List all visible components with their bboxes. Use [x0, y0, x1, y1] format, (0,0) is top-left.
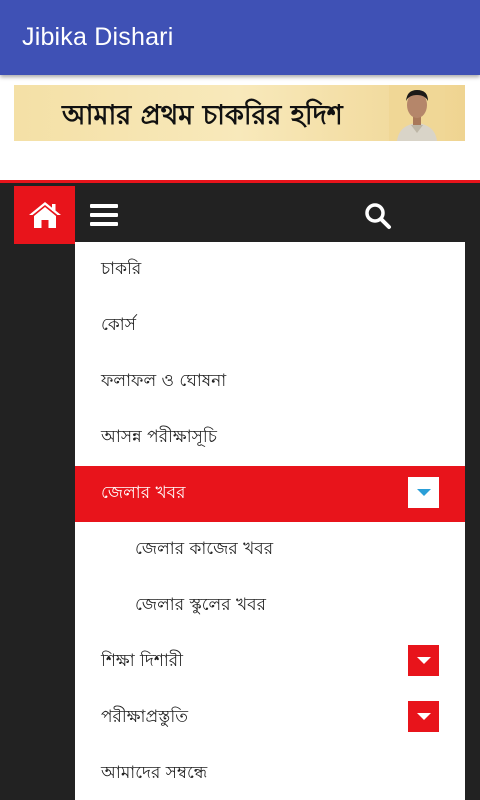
menu-item-label: জেলার খবর: [101, 483, 186, 503]
menu-item-about-us[interactable]: আমাদের সম্বন্ধে: [75, 746, 465, 800]
menu-item-label: শিক্ষা দিশারী: [101, 651, 184, 671]
submenu-toggle-button[interactable]: [408, 645, 439, 676]
banner-ad[interactable]: আমার প্রথম চাকরির হদিশ: [14, 85, 465, 141]
chevron-down-icon: [416, 657, 431, 664]
menu-item-label: আসন্ন পরীক্ষাসূচি: [101, 427, 217, 447]
app-title: Jibika Dishari: [22, 23, 174, 51]
menu-item-district-news[interactable]: জেলার খবর: [75, 466, 465, 522]
search-icon: [365, 203, 391, 229]
chevron-down-icon: [416, 713, 431, 720]
menu-item-label: চাকরি: [101, 259, 142, 279]
menu-item-exam-schedule[interactable]: আসন্ন পরীক্ষাসূচি: [75, 410, 465, 466]
home-icon: [28, 202, 61, 228]
home-button[interactable]: [14, 186, 75, 244]
menu-item-results[interactable]: ফলাফল ও ঘোষনা: [75, 354, 465, 410]
banner-text: আমার প্রথম চাকরির হদিশ: [62, 100, 343, 131]
nav-menu-panel: চাকরি কোর্স ফলাফল ও ঘোষনা আসন্ন পরীক্ষাস…: [75, 242, 465, 800]
submenu-toggle-button[interactable]: [408, 477, 439, 508]
search-button[interactable]: [362, 200, 394, 232]
chevron-down-icon: [416, 489, 431, 496]
menu-item-jobs[interactable]: চাকরি: [75, 242, 465, 298]
menu-item-education-guide[interactable]: শিক্ষা দিশারী: [75, 634, 465, 690]
submenu-toggle-button[interactable]: [408, 701, 439, 732]
menu-item-exam-preparation[interactable]: পরীক্ষাপ্রস্তুতি: [75, 690, 465, 746]
person-image: [389, 85, 445, 141]
hamburger-menu-button[interactable]: [88, 201, 120, 229]
submenu-item-district-school-news[interactable]: জেলার স্কুলের খবর: [75, 578, 465, 634]
menu-item-label: পরীক্ষাপ্রস্তুতি: [101, 707, 188, 727]
menu-item-label: কোর্স: [101, 315, 136, 335]
menu-item-label: আমাদের সম্বন্ধে: [101, 763, 208, 783]
menu-item-courses[interactable]: কোর্স: [75, 298, 465, 354]
menu-item-label: জেলার স্কুলের খবর: [135, 595, 266, 615]
hamburger-menu-icon: [90, 204, 118, 226]
submenu-item-district-jobs-news[interactable]: জেলার কাজের খবর: [75, 522, 465, 578]
menu-item-label: ফলাফল ও ঘোষনা: [101, 371, 227, 391]
menu-item-label: জেলার কাজের খবর: [135, 539, 274, 559]
app-bar: Jibika Dishari: [0, 0, 480, 75]
